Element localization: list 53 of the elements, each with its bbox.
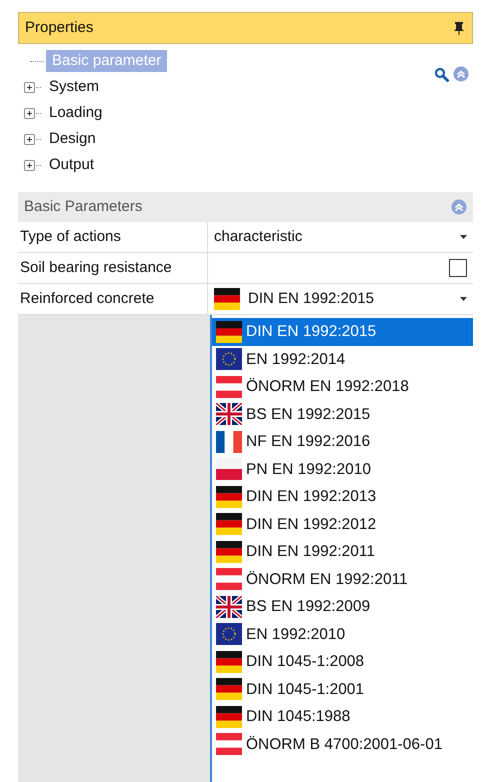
french-flag-icon (216, 430, 242, 453)
caret-icon[interactable] (460, 235, 467, 239)
tree-item[interactable]: Loading (43, 102, 108, 124)
property-label: Type of actions (18, 222, 208, 252)
german-flag-icon (216, 678, 242, 700)
expand-toggle-icon[interactable] (24, 160, 35, 170)
dropdown-option[interactable]: BS EN 1992:2009 (212, 593, 473, 620)
dropdown-option[interactable]: BS EN 1992:2015 (212, 400, 473, 428)
eu-flag-icon (216, 623, 242, 646)
german-flag-icon (216, 513, 242, 536)
austrian-flag-icon (216, 733, 242, 756)
panel-title: Properties (25, 18, 94, 38)
german-flag-icon (216, 650, 242, 673)
search-icon[interactable] (434, 66, 449, 82)
dropdown-option[interactable]: DIN 1045-1:2008 (212, 648, 473, 676)
dropdown-option[interactable]: DIN 1045:1988 (212, 703, 473, 730)
expand-toggle-icon[interactable] (24, 134, 35, 144)
dropdown-option[interactable]: EN 1992:2014 (212, 346, 473, 373)
dropdown-option[interactable]: DIN EN 1992:2011 (212, 538, 473, 566)
german-flag-icon (214, 288, 240, 310)
dropdown-option[interactable]: PN EN 1992:2010 (212, 456, 473, 483)
german-flag-icon (216, 486, 242, 508)
expand-toggle-icon[interactable] (24, 82, 35, 92)
dropdown-option[interactable]: DIN EN 1992:2015 (212, 318, 473, 346)
eu-flag-icon (216, 348, 242, 370)
austrian-flag-icon (216, 568, 242, 590)
british-flag-icon (216, 403, 242, 426)
german-flag-icon (216, 706, 242, 728)
austrian-flag-icon (216, 376, 242, 398)
dropdown-option[interactable]: ÖNORM EN 1992:2011 (212, 566, 473, 593)
property-label: Reinforced concrete (18, 284, 208, 314)
dropdown-option[interactable]: DIN 1045-1:2001 (212, 676, 473, 703)
dropdown-option[interactable]: ÖNORM B 4700:2001-06-01 (212, 730, 473, 758)
pin-icon[interactable] (452, 21, 466, 35)
dropdown-option[interactable]: DIN EN 1992:2012 (212, 510, 473, 538)
section-title: Basic Parameters (24, 196, 142, 217)
dropdown-field[interactable]: DIN EN 1992:2015 (208, 284, 473, 314)
british-flag-icon (216, 596, 242, 618)
expand-toggle-icon[interactable] (24, 108, 35, 118)
dropdown-option[interactable]: ÖNORM EN 1992:2018 (212, 373, 473, 400)
tree-item[interactable]: System (43, 76, 106, 98)
german-flag-icon (216, 320, 242, 343)
dropdown-option[interactable]: DIN EN 1992:2013 (212, 483, 473, 510)
property-label: Soil bearing resistance (18, 253, 208, 283)
polish-flag-icon (216, 458, 242, 480)
german-flag-icon (216, 540, 242, 563)
dropdown-option[interactable]: EN 1992:2010 (212, 620, 473, 648)
dropdown-field[interactable]: characteristic (208, 222, 473, 252)
checkbox[interactable] (449, 259, 467, 277)
caret-icon[interactable] (460, 297, 467, 301)
tree-item[interactable]: Design (43, 128, 102, 150)
dropdown-option[interactable]: NF EN 1992:2016 (212, 428, 473, 456)
tree-item[interactable]: Output (43, 154, 100, 176)
